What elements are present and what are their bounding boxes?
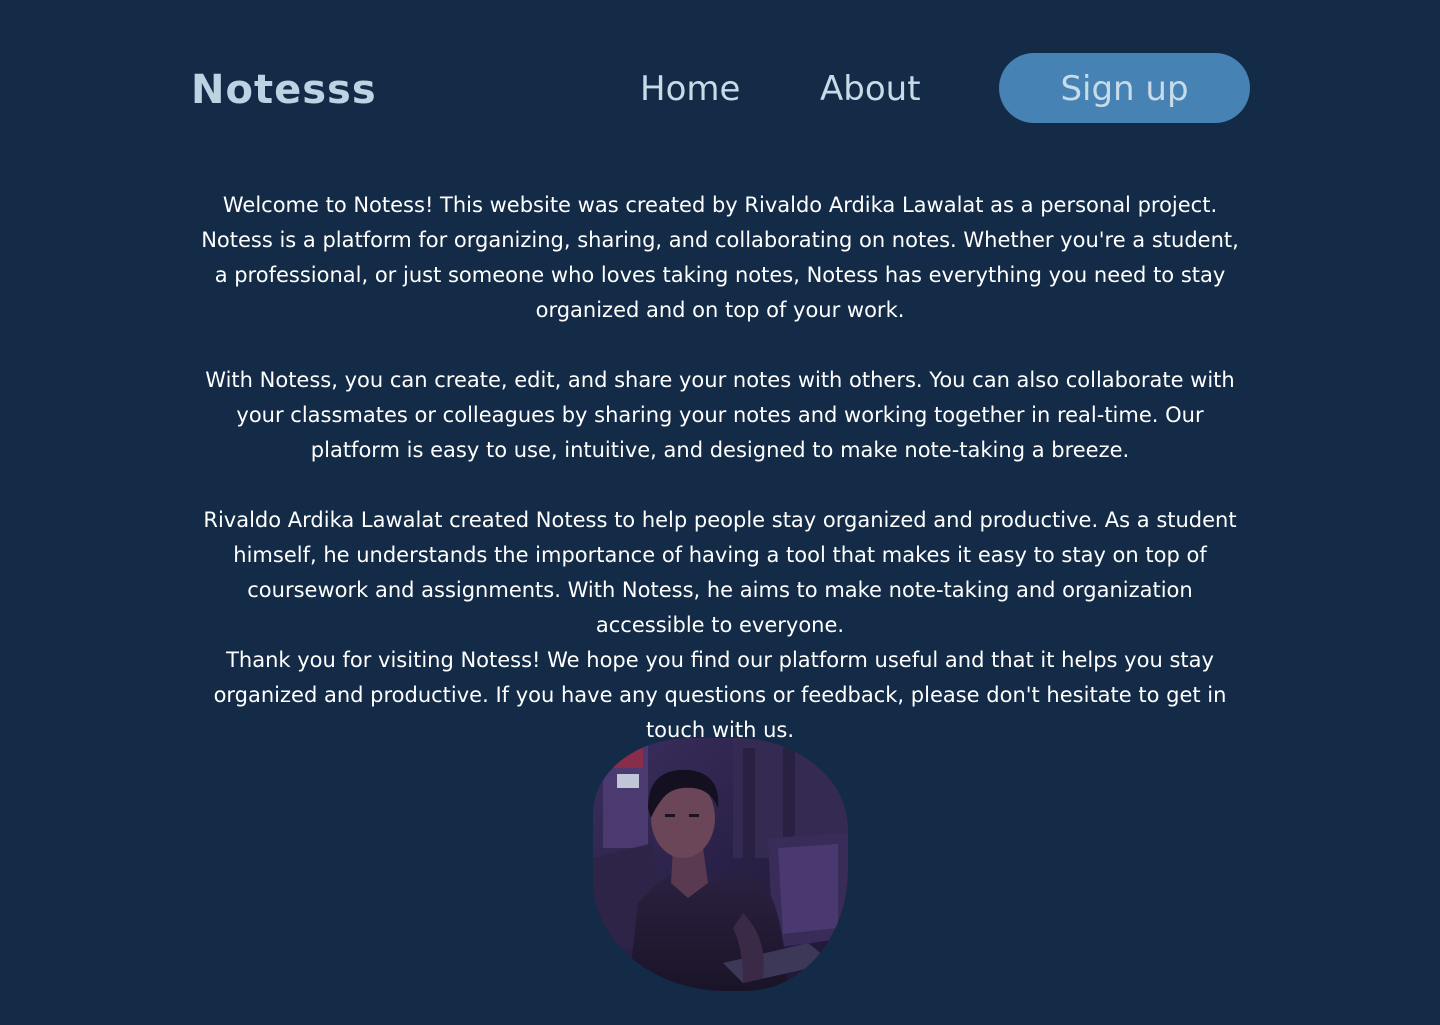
- signup-button[interactable]: Sign up: [999, 53, 1250, 123]
- about-paragraph-welcome: Welcome to Notess! This website was crea…: [201, 193, 1239, 322]
- brand-logo[interactable]: Notesss: [191, 64, 377, 116]
- about-paragraph-thanks: Thank you for visiting Notess! We hope y…: [213, 648, 1227, 742]
- nav-home-link[interactable]: Home: [640, 64, 740, 114]
- about-paragraph-features: With Notess, you can create, edit, and s…: [205, 368, 1235, 462]
- about-content: Welcome to Notess! This website was crea…: [196, 188, 1244, 748]
- navbar: Notesss Home About Sign up: [0, 0, 1440, 170]
- about-paragraph-creator: Rivaldo Ardika Lawalat created Notess to…: [203, 508, 1237, 637]
- creator-photo: [593, 738, 848, 991]
- nav-about-link[interactable]: About: [820, 64, 921, 114]
